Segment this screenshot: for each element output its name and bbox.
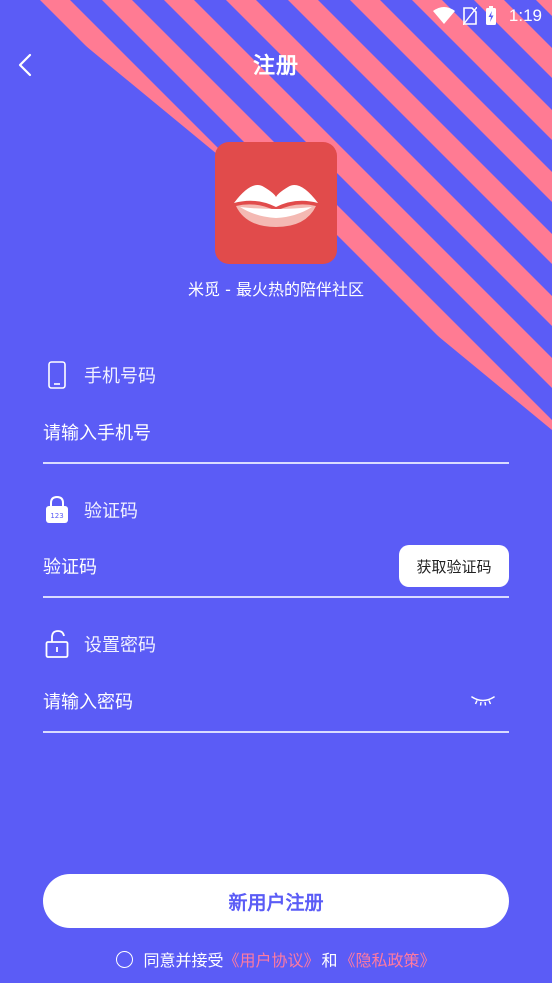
agreement-row: 同意并接受 《用户协议》 和 《隐私政策》 — [0, 946, 552, 972]
user-agreement-link[interactable]: 《用户协议》 — [223, 947, 319, 971]
wifi-icon — [432, 7, 455, 24]
app-logo — [215, 142, 337, 264]
phone-icon — [44, 360, 70, 390]
agreement-prefix: 同意并接受 — [143, 951, 224, 970]
agreement-conjunction: 和 — [321, 951, 338, 970]
lips-icon — [234, 185, 318, 227]
phone-label-row: 手机号码 — [44, 360, 156, 390]
phone-label: 手机号码 — [84, 366, 156, 387]
status-bar: 1:19 — [0, 0, 552, 32]
password-input[interactable]: 请输入密码 — [43, 681, 443, 721]
code-label-row: 123 验证码 — [44, 495, 138, 525]
status-time: 1:19 — [508, 6, 542, 25]
phone-input[interactable]: 请输入手机号 — [43, 412, 509, 452]
get-code-button[interactable]: 获取验证码 — [399, 545, 509, 587]
phone-underline — [43, 462, 509, 464]
password-label-row: 设置密码 — [44, 629, 156, 659]
agree-radio[interactable] — [116, 950, 134, 968]
privacy-policy-link[interactable]: 《隐私政策》 — [340, 947, 436, 971]
password-label: 设置密码 — [84, 635, 156, 656]
eye-closed-icon[interactable] — [470, 692, 496, 710]
password-underline — [43, 731, 509, 733]
sim-icon — [462, 7, 477, 25]
page-title: 注册 — [252, 54, 299, 79]
app-slogan: 米觅 - 最火热的陪伴社区 — [188, 280, 364, 299]
lock-code-icon: 123 — [44, 495, 70, 525]
svg-text:123: 123 — [50, 512, 63, 520]
code-label: 验证码 — [84, 501, 138, 522]
unlock-icon — [44, 629, 70, 659]
code-input[interactable]: 验证码 — [43, 546, 383, 586]
register-button[interactable]: 新用户注册 — [43, 874, 509, 928]
stripe — [288, 0, 552, 430]
code-underline — [43, 596, 509, 598]
battery-icon — [485, 6, 496, 25]
